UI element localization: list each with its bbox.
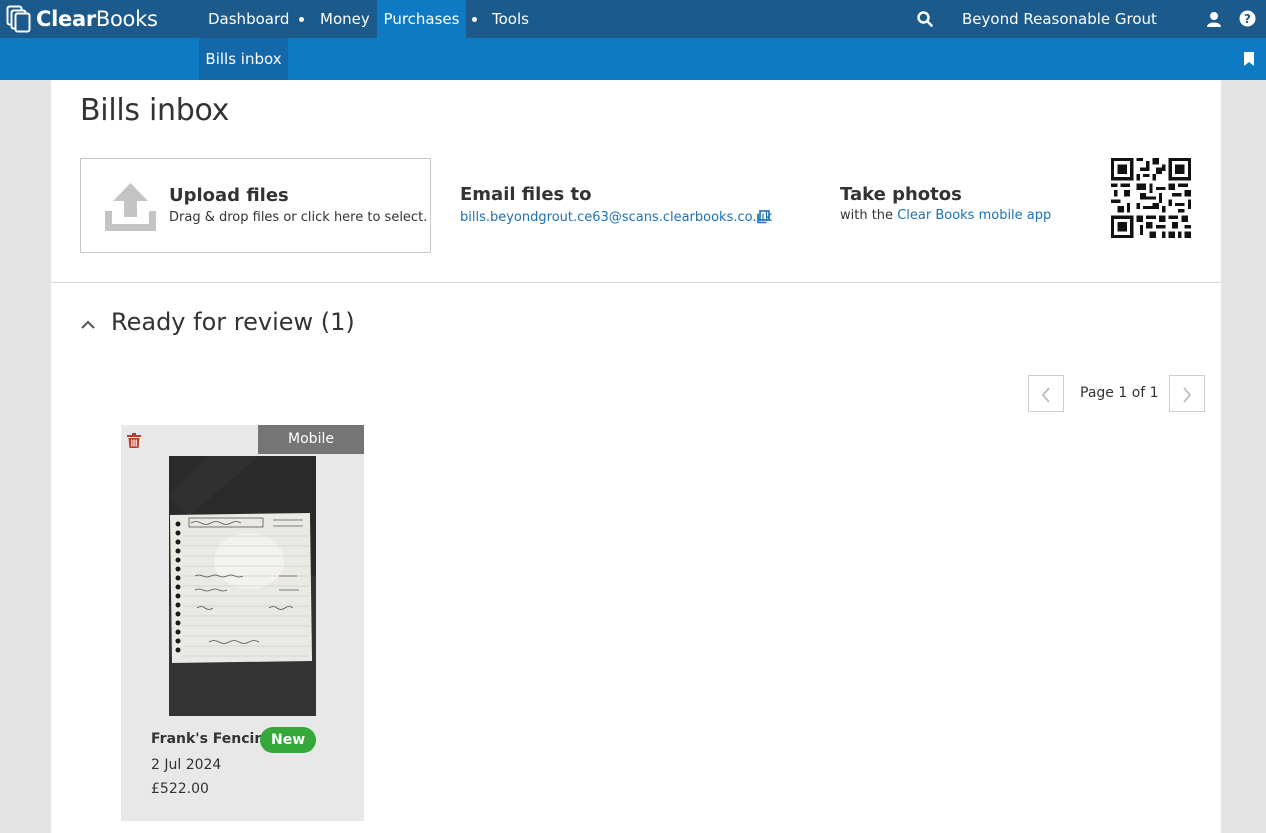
email-files-title: Email files to	[460, 184, 592, 205]
bill-amount: £522.00	[151, 781, 209, 797]
email-address-link[interactable]: bills.beyondgrout.ce63@scans.clearbooks.…	[460, 210, 772, 225]
chevron-right-icon	[1183, 387, 1192, 403]
page-title: Bills inbox	[80, 93, 230, 128]
nav-dashboard[interactable]: Dashboard	[208, 0, 289, 38]
take-photos-title: Take photos	[840, 184, 962, 205]
bill-date: 2 Jul 2024	[151, 757, 222, 773]
bill-card[interactable]: Mobile Frank's Fencing New 2 Jul 2024 £5…	[121, 425, 364, 821]
receipt-photo-image	[169, 456, 316, 716]
take-photos-subtitle: with the Clear Books mobile app	[840, 208, 1051, 223]
next-page-button[interactable]	[1169, 375, 1205, 412]
upload-subtitle: Drag & drop files or click here to selec…	[169, 210, 428, 225]
mobile-app-link[interactable]: Clear Books mobile app	[897, 208, 1051, 223]
chevron-up-icon[interactable]	[80, 318, 96, 330]
top-navigation-bar: ClearBooks Dashboard Money Purchases Too…	[0, 0, 1266, 38]
previous-page-button[interactable]	[1028, 375, 1064, 412]
logo-text-rest: Books	[95, 7, 158, 31]
source-badge: Mobile	[258, 425, 364, 454]
new-status-badge: New	[260, 727, 317, 753]
sub-navigation-bar: Bills inbox	[0, 38, 1266, 80]
nav-purchases[interactable]: Purchases	[377, 0, 466, 38]
chevron-left-icon	[1041, 387, 1050, 403]
upload-icon	[105, 183, 156, 231]
pagination-label: Page 1 of 1	[1080, 385, 1159, 401]
nav-separator-dot	[472, 17, 477, 22]
trash-icon[interactable]	[127, 433, 141, 448]
main-panel: Bills inbox Upload files Drag & drop fil…	[51, 80, 1221, 833]
copy-icon[interactable]	[756, 210, 770, 224]
upload-files-dropzone[interactable]: Upload files Drag & drop files or click …	[80, 158, 431, 253]
logo-pages-icon	[6, 5, 31, 33]
subnav-bills-inbox[interactable]: Bills inbox	[199, 38, 288, 80]
bookmark-icon[interactable]	[1243, 52, 1255, 66]
organisation-name[interactable]: Beyond Reasonable Grout	[962, 0, 1157, 38]
logo-text-bold: Clear	[36, 7, 96, 31]
svg-text:?: ?	[1244, 12, 1251, 26]
section-divider	[51, 282, 1221, 283]
clearbooks-logo[interactable]: ClearBooks	[6, 4, 158, 34]
search-icon[interactable]	[917, 11, 933, 27]
take-photos-prefix: with the	[840, 208, 898, 223]
nav-separator-dot	[299, 17, 304, 22]
nav-money[interactable]: Money	[320, 0, 370, 38]
help-icon[interactable]: ?	[1239, 10, 1256, 27]
upload-title: Upload files	[169, 185, 289, 206]
qr-code-icon	[1111, 158, 1191, 238]
bill-vendor-name: Frank's Fencing	[151, 731, 275, 747]
ready-for-review-title[interactable]: Ready for review (1)	[111, 308, 355, 336]
user-icon[interactable]	[1206, 11, 1222, 27]
bill-thumbnail[interactable]	[169, 456, 316, 716]
nav-tools[interactable]: Tools	[492, 0, 529, 38]
